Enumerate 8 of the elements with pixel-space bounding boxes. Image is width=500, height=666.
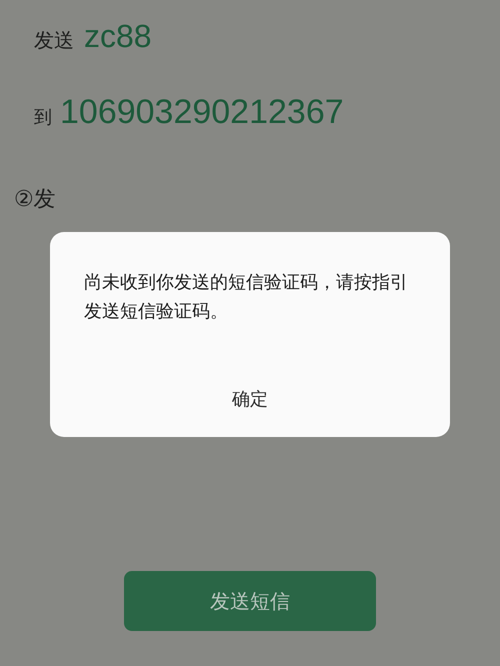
recipient-number: 106903290212367 [60, 93, 344, 132]
instruction-text: ②发 [14, 186, 57, 214]
sender-value: zc88 [84, 18, 152, 55]
sender-label: 发送 [34, 27, 74, 54]
send-sms-button[interactable]: 发送短信 [124, 571, 376, 631]
confirm-button[interactable]: 确定 [216, 379, 284, 419]
recipient-label: 到 [34, 106, 52, 129]
dialog-message: 尚未收到你发送的短信验证码，请按指引发送短信验证码。 [84, 271, 409, 324]
